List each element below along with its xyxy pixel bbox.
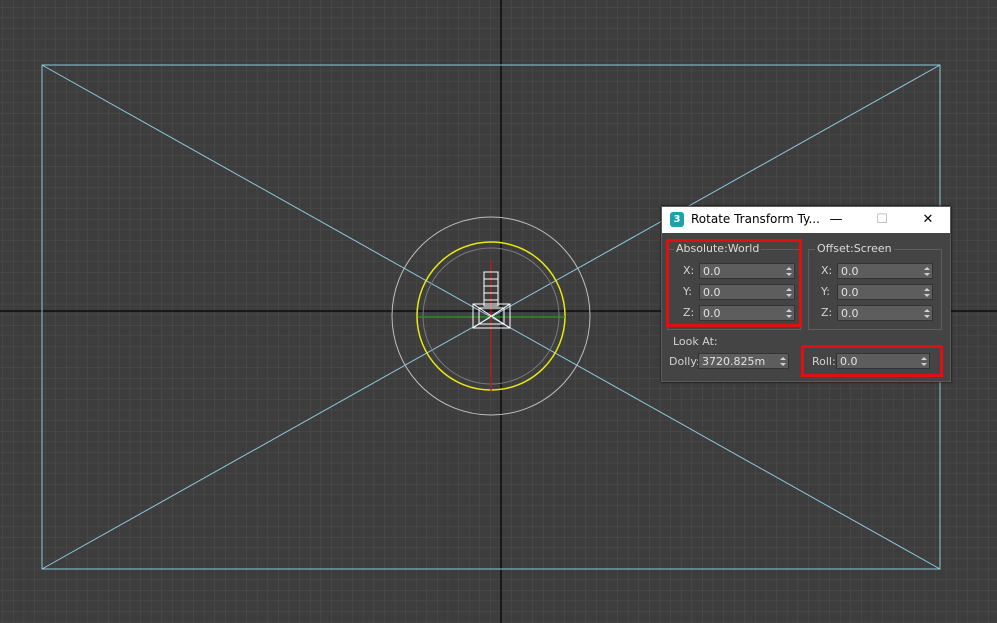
- absolute-x-value: 0.0: [703, 265, 721, 278]
- dialog-titlebar[interactable]: 3 Rotate Transform Ty... — ☐ ✕: [662, 207, 950, 233]
- absolute-y-label: Y:: [683, 285, 692, 298]
- absolute-x-spinner[interactable]: 0.0: [699, 263, 795, 279]
- roll-value: 0.0: [840, 355, 858, 368]
- absolute-z-value: 0.0: [703, 307, 721, 320]
- absolute-x-label: X:: [683, 264, 695, 277]
- absolute-y-spinner[interactable]: 0.0: [699, 284, 795, 300]
- offset-y-value: 0.0: [841, 286, 859, 299]
- 3ds-max-icon: 3: [670, 212, 684, 227]
- minimize-button[interactable]: —: [814, 207, 858, 233]
- absolute-world-group: Absolute:World X: 0.0 Y: 0.0 Z: 0.0: [667, 242, 801, 330]
- roll-label: Roll:: [812, 355, 836, 368]
- dolly-value: 3720.825m: [702, 355, 766, 368]
- spinner-arrows-icon[interactable]: [924, 286, 930, 299]
- dolly-spinner[interactable]: 3720.825m: [698, 353, 789, 369]
- offset-z-label: Z:: [821, 306, 833, 319]
- close-button[interactable]: ✕: [906, 207, 950, 233]
- offset-x-spinner[interactable]: 0.0: [837, 263, 933, 279]
- roll-spinner[interactable]: 0.0: [836, 353, 930, 369]
- offset-x-value: 0.0: [841, 265, 859, 278]
- spinner-arrows-icon[interactable]: [786, 307, 792, 320]
- absolute-z-spinner[interactable]: 0.0: [699, 305, 795, 321]
- absolute-y-value: 0.0: [703, 286, 721, 299]
- spinner-arrows-icon[interactable]: [786, 265, 792, 278]
- dolly-label: Dolly:: [669, 355, 700, 368]
- spinner-arrows-icon[interactable]: [924, 265, 930, 278]
- dialog-title: Rotate Transform Ty...: [691, 212, 820, 226]
- spinner-arrows-icon[interactable]: [924, 307, 930, 320]
- absolute-z-label: Z:: [683, 306, 695, 319]
- spinner-arrows-icon[interactable]: [786, 286, 792, 299]
- spinner-arrows-icon[interactable]: [780, 355, 786, 368]
- absolute-world-label: Absolute:World: [674, 242, 762, 255]
- offset-z-value: 0.0: [841, 307, 859, 320]
- offset-y-label: Y:: [821, 285, 830, 298]
- offset-screen-label: Offset:Screen: [815, 242, 894, 255]
- look-at-label: Look At:: [673, 335, 718, 348]
- offset-screen-group: Offset:Screen X: 0.0 Y: 0.0 Z: 0.0: [808, 242, 942, 330]
- offset-x-label: X:: [821, 264, 833, 277]
- maximize-button[interactable]: ☐: [860, 207, 904, 233]
- spinner-arrows-icon[interactable]: [921, 355, 927, 368]
- offset-y-spinner[interactable]: 0.0: [837, 284, 933, 300]
- offset-z-spinner[interactable]: 0.0: [837, 305, 933, 321]
- rotate-transform-type-in-dialog[interactable]: 3 Rotate Transform Ty... — ☐ ✕ Absolute:…: [661, 206, 951, 382]
